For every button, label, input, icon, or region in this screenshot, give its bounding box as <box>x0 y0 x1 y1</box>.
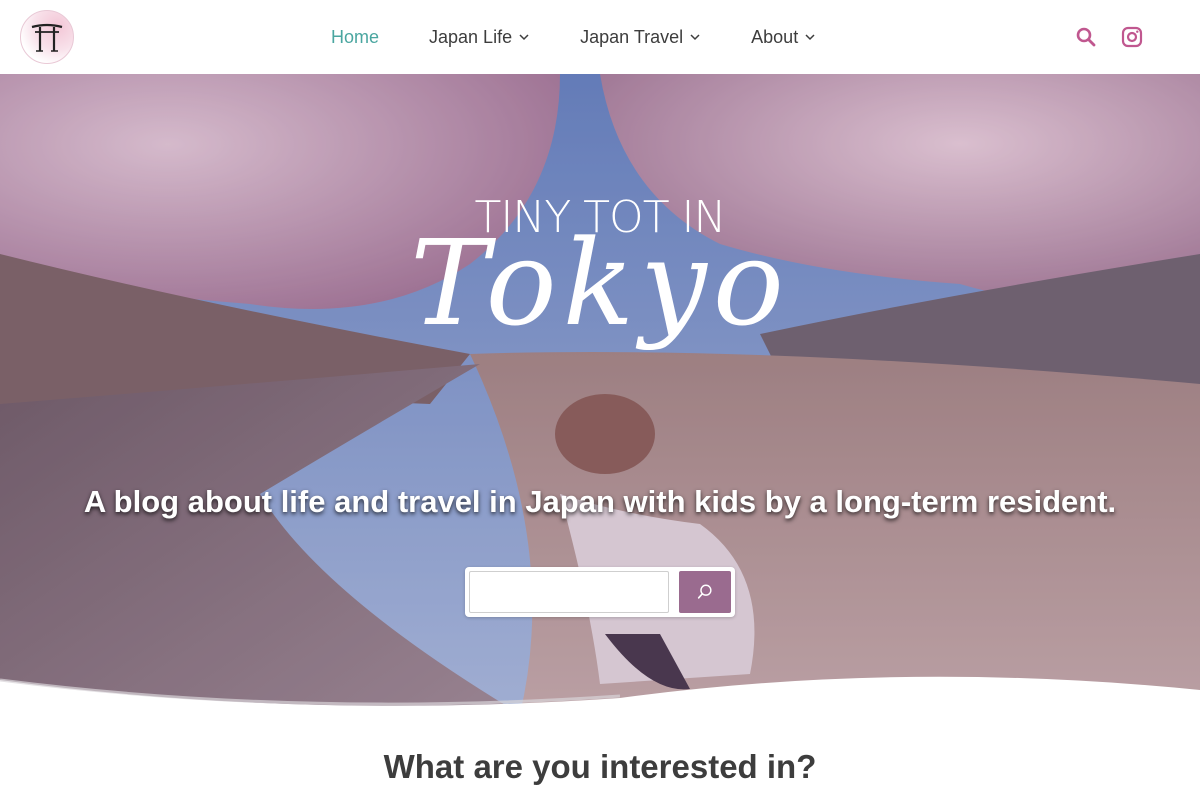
hero-search-input[interactable] <box>469 571 669 613</box>
torii-logo-icon <box>31 23 63 52</box>
hero-search-submit-button[interactable] <box>679 571 731 613</box>
instagram-icon <box>1121 26 1143 48</box>
nav-japan-travel[interactable]: Japan Travel <box>580 27 701 48</box>
nav-japan-travel-label: Japan Travel <box>580 26 684 47</box>
nav-about-label: About <box>751 26 799 47</box>
search-icon <box>697 584 712 599</box>
hero-wave-divider <box>0 676 1200 720</box>
nav-home[interactable]: Home <box>331 27 379 48</box>
chevron-down-icon <box>519 34 529 41</box>
hero-tagline: A blog about life and travel in Japan wi… <box>83 484 1117 519</box>
main-nav: Home Japan Life Japan Travel About <box>306 0 841 74</box>
brand-title-line2: Tokyo <box>410 214 790 352</box>
hero-search-form <box>465 567 735 617</box>
nav-home-label: Home <box>331 26 380 47</box>
site-header: Home Japan Life Japan Travel About <box>0 0 1200 74</box>
nav-about[interactable]: About <box>751 27 816 48</box>
chevron-down-icon <box>690 34 700 41</box>
hero-section: TINY TOT IN Tokyo A blog about life and … <box>0 74 1200 714</box>
header-search-button[interactable] <box>1075 26 1097 48</box>
chevron-down-icon <box>805 34 815 41</box>
hero-overlay <box>0 74 1200 714</box>
search-icon <box>1076 27 1096 47</box>
instagram-link[interactable] <box>1121 26 1143 48</box>
site-logo[interactable] <box>20 10 74 64</box>
section-heading-interests: What are you interested in? <box>383 748 817 785</box>
nav-japan-life-label: Japan Life <box>429 26 513 47</box>
nav-japan-life[interactable]: Japan Life <box>429 27 530 48</box>
